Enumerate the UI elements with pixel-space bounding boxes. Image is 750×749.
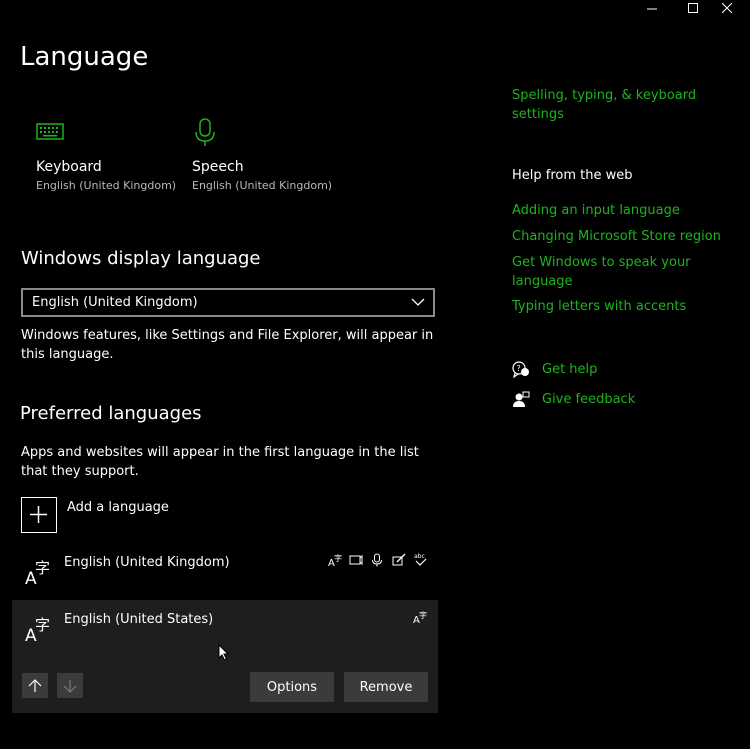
give-feedback-label: Give feedback xyxy=(542,392,636,407)
help-heading: Help from the web xyxy=(512,168,633,183)
language-icon: A 字 xyxy=(25,559,50,587)
help-link-speak-your-language[interactable]: Get Windows to speak your language xyxy=(512,253,702,291)
display-language-icon: A 字 xyxy=(413,610,427,624)
add-box xyxy=(21,497,57,533)
keyboard-label: Keyboard xyxy=(36,159,102,175)
svg-text:?: ? xyxy=(517,364,521,373)
language-icon: A 字 xyxy=(25,616,50,644)
give-feedback-button[interactable]: Give feedback xyxy=(512,390,712,410)
text-to-speech-icon xyxy=(349,554,363,566)
chevron-down-icon xyxy=(411,298,425,306)
speech-sublabel: English (United Kingdom) xyxy=(192,179,333,192)
move-up-button[interactable] xyxy=(22,673,48,698)
plus-icon xyxy=(30,506,47,523)
get-help-label: Get help xyxy=(542,362,598,377)
help-link-changing-store-region[interactable]: Changing Microsoft Store region xyxy=(512,227,721,246)
language-row-en-gb[interactable]: A 字 English (United Kingdom) A 字 abc xyxy=(12,543,438,598)
add-language-label: Add a language xyxy=(67,500,169,515)
get-help-button[interactable]: ? Get help xyxy=(512,360,712,380)
mouse-cursor-icon xyxy=(218,644,230,661)
display-language-select[interactable]: English (United Kingdom) xyxy=(21,288,435,317)
page-title: Language xyxy=(20,42,149,72)
speech-recognition-icon xyxy=(372,553,382,567)
keyboard-icon xyxy=(36,123,64,140)
add-language-button[interactable]: Add a language xyxy=(21,497,221,537)
microphone-icon xyxy=(195,118,215,146)
options-button[interactable]: Options xyxy=(250,672,334,702)
language-name: English (United Kingdom) xyxy=(64,555,230,570)
handwriting-icon xyxy=(392,553,406,566)
language-name: English (United States) xyxy=(64,612,214,627)
language-row-en-us[interactable]: A 字 English (United States) A 字 Options … xyxy=(12,600,438,713)
close-icon xyxy=(722,3,732,13)
spelling-typing-keyboard-link[interactable]: Spelling, typing, & keyboard settings xyxy=(512,86,712,124)
display-language-description: Windows features, like Settings and File… xyxy=(21,328,434,362)
minimize-button[interactable] xyxy=(629,0,675,16)
display-language-value: English (United Kingdom) xyxy=(32,295,198,310)
speech-label: Speech xyxy=(192,159,244,175)
keyboard-sublabel: English (United Kingdom) xyxy=(36,179,177,192)
keyboard-tile[interactable]: Keyboard English (United Kingdom) xyxy=(36,118,176,198)
svg-text:abc: abc xyxy=(414,553,425,560)
svg-text:字: 字 xyxy=(419,610,427,620)
display-language-icon: A 字 xyxy=(328,553,342,567)
svg-text:字: 字 xyxy=(334,553,342,563)
chat-help-icon: ? xyxy=(512,361,529,378)
speech-tile[interactable]: Speech English (United Kingdom) xyxy=(192,118,332,198)
svg-text:字: 字 xyxy=(35,616,50,634)
arrow-down-icon xyxy=(63,679,77,693)
preferred-languages-heading: Preferred languages xyxy=(20,403,202,424)
svg-text:字: 字 xyxy=(35,559,50,577)
maximize-icon xyxy=(688,3,698,13)
remove-button[interactable]: Remove xyxy=(344,672,428,702)
feedback-icon xyxy=(513,391,530,407)
minimize-icon xyxy=(647,8,657,10)
close-button[interactable] xyxy=(704,0,750,16)
display-language-heading: Windows display language xyxy=(21,248,261,269)
move-down-button[interactable] xyxy=(57,673,83,698)
help-link-adding-input-language[interactable]: Adding an input language xyxy=(512,201,680,220)
preferred-languages-description: Apps and websites will appear in the fir… xyxy=(21,445,419,479)
help-link-typing-accents[interactable]: Typing letters with accents xyxy=(512,297,686,316)
arrow-up-icon xyxy=(28,678,42,692)
spell-check-icon: abc xyxy=(414,553,427,566)
